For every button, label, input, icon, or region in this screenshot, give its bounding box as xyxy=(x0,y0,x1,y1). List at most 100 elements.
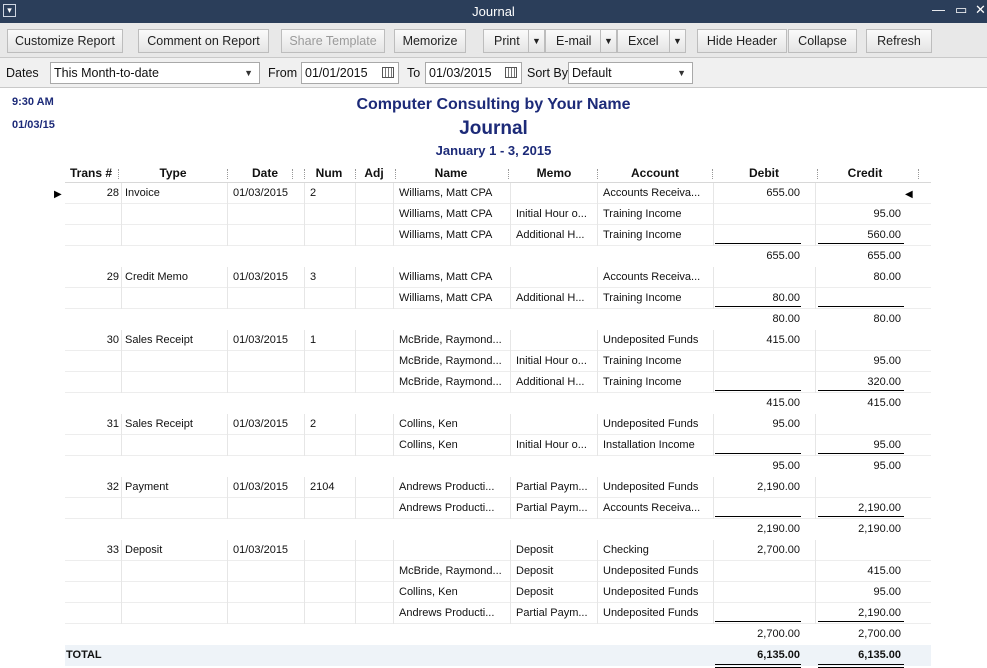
filter-bar: Dates This Month-to-date ▼ From 01/01/20… xyxy=(0,58,987,88)
cell-credit: 415.00 xyxy=(867,565,901,577)
subtotal-credit: 2,700.00 xyxy=(858,628,901,640)
column-resize-handle[interactable] xyxy=(395,169,397,179)
table-row[interactable]: Andrews Producti... Partial Paym... Undepo… xyxy=(65,603,931,624)
column-divider xyxy=(121,330,122,351)
maximize-icon[interactable]: ▭ xyxy=(955,2,967,18)
column-resize-handle[interactable] xyxy=(918,169,920,179)
table-row[interactable]: 30 Sales Receipt 01/03/2015 1 McBride, Raymo… xyxy=(65,330,931,351)
subtotal-row[interactable]: 655.00 655.00 xyxy=(65,246,931,267)
column-header-type[interactable]: Type xyxy=(128,166,218,180)
share-template-button[interactable]: Share Template xyxy=(281,29,385,53)
column-divider xyxy=(121,582,122,603)
sort-by-select[interactable]: Default ▼ xyxy=(568,62,693,84)
dates-select[interactable]: This Month-to-date ▼ xyxy=(50,62,260,84)
column-divider xyxy=(121,183,122,204)
cell-credit: 95.00 xyxy=(873,439,901,451)
column-divider xyxy=(393,498,394,519)
cell-debit: 95.00 xyxy=(772,418,800,430)
column-divider xyxy=(815,288,816,309)
table-row[interactable]: Collins, Ken Initial Hour o... Installatio… xyxy=(65,435,931,456)
table-row[interactable]: Andrews Producti... Partial Paym... Accoun… xyxy=(65,498,931,519)
excel-dropdown-icon[interactable]: ▼ xyxy=(669,30,685,52)
table-row[interactable]: 29 Credit Memo 01/03/2015 3 Williams, Matt C… xyxy=(65,267,931,288)
from-date-field[interactable]: 01/01/2015 xyxy=(301,62,399,84)
column-resize-handle[interactable] xyxy=(227,169,229,179)
cell-num: 1 xyxy=(310,334,317,346)
subtotal-row[interactable]: 2,700.00 2,700.00 xyxy=(65,624,931,645)
table-row[interactable]: 31 Sales Receipt 01/03/2015 2 Collins, Ken Un… xyxy=(65,414,931,435)
close-icon[interactable]: ✕ xyxy=(975,2,986,18)
column-resize-handle[interactable] xyxy=(597,169,599,179)
column-divider xyxy=(304,351,305,372)
subtotal-debit: 95.00 xyxy=(772,460,800,472)
calendar-icon[interactable] xyxy=(505,67,517,78)
cell-type: Sales Receipt xyxy=(125,418,193,430)
calendar-icon[interactable] xyxy=(382,67,394,78)
column-header-account[interactable]: Account xyxy=(610,166,700,180)
column-divider xyxy=(510,288,511,309)
column-divider xyxy=(121,435,122,456)
table-row[interactable]: McBride, Raymond... Initial Hour o... Trai… xyxy=(65,351,931,372)
grand-total-row[interactable]: TOTAL 6,135.00 6,135.00 xyxy=(65,645,931,668)
minimize-icon[interactable]: — xyxy=(932,2,945,17)
subtotal-underline xyxy=(715,243,801,244)
column-resize-handle[interactable] xyxy=(817,169,819,179)
subtotal-row[interactable]: 2,190.00 2,190.00 xyxy=(65,519,931,540)
hide-header-button[interactable]: Hide Header xyxy=(697,29,787,53)
column-resize-handle[interactable] xyxy=(304,169,306,179)
comment-on-report-button[interactable]: Comment on Report xyxy=(138,29,269,53)
column-divider xyxy=(815,414,816,435)
table-row[interactable]: 33 Deposit 01/03/2015 Deposit Checking 2,700.… xyxy=(65,540,931,561)
column-divider xyxy=(510,582,511,603)
excel-button[interactable]: Excel ▼ xyxy=(617,29,686,53)
table-row[interactable]: 28 Invoice 01/03/2015 2 Williams, Matt CPA Ac… xyxy=(65,183,931,204)
column-divider xyxy=(510,372,511,393)
subtotal-underline xyxy=(715,390,801,391)
column-resize-handle[interactable] xyxy=(355,169,357,179)
column-resize-handle[interactable] xyxy=(508,169,510,179)
subtotal-underline xyxy=(715,621,801,622)
table-row[interactable]: 32 Payment 01/03/2015 2104 Andrews Producti.… xyxy=(65,477,931,498)
column-divider xyxy=(713,582,714,603)
column-divider xyxy=(121,204,122,225)
collapse-button[interactable]: Collapse xyxy=(788,29,857,53)
column-resize-handle[interactable] xyxy=(292,169,294,179)
cell-date: 01/03/2015 xyxy=(233,334,289,346)
email-button[interactable]: E-mail ▼ xyxy=(545,29,617,53)
column-header-debit[interactable]: Debit xyxy=(719,166,809,180)
column-divider xyxy=(815,267,816,288)
subtotal-row[interactable]: 80.00 80.00 xyxy=(65,309,931,330)
table-row[interactable]: Collins, Ken Deposit Undeposited Funds 95.0… xyxy=(65,582,931,603)
cell-type: Sales Receipt xyxy=(125,334,193,346)
column-header-name[interactable]: Name xyxy=(406,166,496,180)
subtotal-row[interactable]: 95.00 95.00 xyxy=(65,456,931,477)
subtotal-underline xyxy=(818,621,904,622)
cell-name: Andrews Producti... xyxy=(399,481,495,493)
memorize-button[interactable]: Memorize xyxy=(394,29,466,53)
column-divider xyxy=(510,477,511,498)
customize-report-button[interactable]: Customize Report xyxy=(7,29,123,53)
column-divider xyxy=(121,414,122,435)
email-dropdown-icon[interactable]: ▼ xyxy=(600,30,616,52)
print-button[interactable]: Print ▼ xyxy=(483,29,545,53)
column-header-credit[interactable]: Credit xyxy=(820,166,910,180)
column-divider xyxy=(355,435,356,456)
cell-date: 01/03/2015 xyxy=(233,271,289,283)
column-resize-handle[interactable] xyxy=(118,169,120,179)
column-header-memo[interactable]: Memo xyxy=(509,166,599,180)
refresh-button[interactable]: Refresh xyxy=(866,29,932,53)
to-date-field[interactable]: 01/03/2015 xyxy=(425,62,522,84)
report-toolbar: Customize Report Comment on Report Share… xyxy=(0,23,987,58)
table-row[interactable]: Williams, Matt CPA Additional H... Trainin… xyxy=(65,288,931,309)
subtotal-row[interactable]: 415.00 415.00 xyxy=(65,393,931,414)
column-resize-handle[interactable] xyxy=(712,169,714,179)
table-row[interactable]: McBride, Raymond... Deposit Undeposited Fu… xyxy=(65,561,931,582)
column-divider xyxy=(121,561,122,582)
table-row[interactable]: Williams, Matt CPA Additional H... Trainin… xyxy=(65,225,931,246)
sort-by-label: Sort By xyxy=(527,66,568,80)
column-divider xyxy=(355,603,356,624)
table-row[interactable]: Williams, Matt CPA Initial Hour o... Train… xyxy=(65,204,931,225)
table-row[interactable]: McBride, Raymond... Additional H... Traini… xyxy=(65,372,931,393)
print-dropdown-icon[interactable]: ▼ xyxy=(528,30,544,52)
column-header-trans-number[interactable]: Trans # xyxy=(46,166,136,180)
